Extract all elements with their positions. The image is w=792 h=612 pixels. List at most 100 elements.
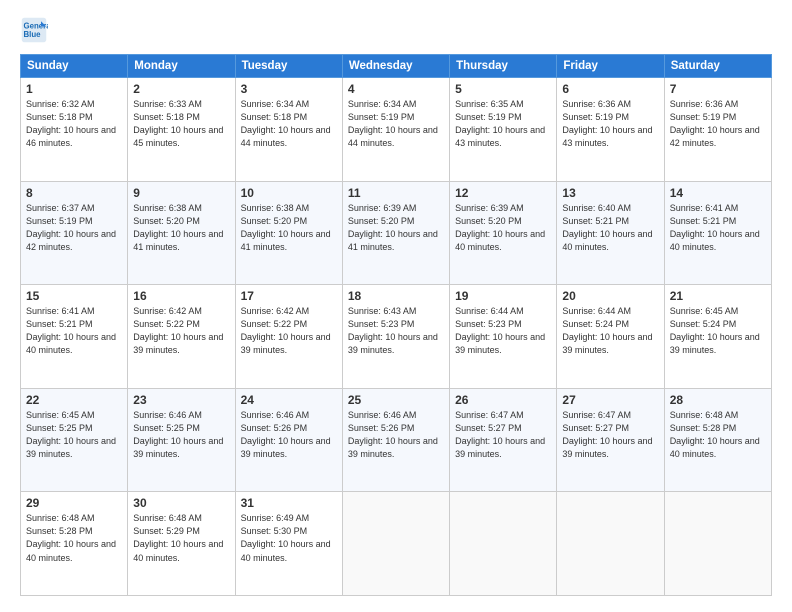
header-cell-thursday: Thursday [450,55,557,78]
calendar-header: SundayMondayTuesdayWednesdayThursdayFrid… [21,55,772,78]
day-cell: 31 Sunrise: 6:49 AMSunset: 5:30 PMDayligh… [235,492,342,596]
day-number: 27 [562,393,658,407]
day-info: Sunrise: 6:48 AMSunset: 5:28 PMDaylight:… [670,409,766,461]
day-info: Sunrise: 6:34 AMSunset: 5:18 PMDaylight:… [241,98,337,150]
day-number: 7 [670,82,766,96]
day-cell: 27 Sunrise: 6:47 AMSunset: 5:27 PMDayligh… [557,388,664,492]
header-row: SundayMondayTuesdayWednesdayThursdayFrid… [21,55,772,78]
day-info: Sunrise: 6:44 AMSunset: 5:23 PMDaylight:… [455,305,551,357]
day-info: Sunrise: 6:48 AMSunset: 5:28 PMDaylight:… [26,512,122,564]
day-cell: 7 Sunrise: 6:36 AMSunset: 5:19 PMDaylight… [664,78,771,182]
day-cell: 16 Sunrise: 6:42 AMSunset: 5:22 PMDayligh… [128,285,235,389]
day-cell: 11Sunrise: 6:39 AMSunset: 5:20 PMDayligh… [342,181,449,285]
header: General Blue [20,16,772,44]
day-number: 24 [241,393,337,407]
week-row-5: 29 Sunrise: 6:48 AMSunset: 5:28 PMDayligh… [21,492,772,596]
day-number: 5 [455,82,551,96]
header-cell-tuesday: Tuesday [235,55,342,78]
header-cell-friday: Friday [557,55,664,78]
day-cell: 24 Sunrise: 6:46 AMSunset: 5:26 PMDayligh… [235,388,342,492]
day-info: Sunrise: 6:49 AMSunset: 5:30 PMDaylight:… [241,512,337,564]
day-info: Sunrise: 6:41 AMSunset: 5:21 PMDaylight:… [26,305,122,357]
day-info: Sunrise: 6:36 AMSunset: 5:19 PMDaylight:… [562,98,658,150]
day-info: Sunrise: 6:45 AMSunset: 5:25 PMDaylight:… [26,409,122,461]
day-number: 13 [562,186,658,200]
day-number: 9 [133,186,229,200]
week-row-1: 1 Sunrise: 6:32 AMSunset: 5:18 PMDaylight… [21,78,772,182]
day-cell: 4 Sunrise: 6:34 AMSunset: 5:19 PMDaylight… [342,78,449,182]
day-info: Sunrise: 6:39 AMSunset: 5:20 PMDaylight:… [348,202,444,254]
day-info: Sunrise: 6:38 AMSunset: 5:20 PMDaylight:… [241,202,337,254]
day-info: Sunrise: 6:46 AMSunset: 5:26 PMDaylight:… [348,409,444,461]
day-cell: 28Sunrise: 6:48 AMSunset: 5:28 PMDayligh… [664,388,771,492]
day-cell: 15 Sunrise: 6:41 AMSunset: 5:21 PMDayligh… [21,285,128,389]
day-cell: 23Sunrise: 6:46 AMSunset: 5:25 PMDayligh… [128,388,235,492]
header-cell-monday: Monday [128,55,235,78]
day-info: Sunrise: 6:32 AMSunset: 5:18 PMDaylight:… [26,98,122,150]
day-info: Sunrise: 6:40 AMSunset: 5:21 PMDaylight:… [562,202,658,254]
day-cell: 14 Sunrise: 6:41 AMSunset: 5:21 PMDayligh… [664,181,771,285]
day-number: 20 [562,289,658,303]
day-cell: 8 Sunrise: 6:37 AMSunset: 5:19 PMDaylight… [21,181,128,285]
day-cell: 12Sunrise: 6:39 AMSunset: 5:20 PMDayligh… [450,181,557,285]
day-cell: 30 Sunrise: 6:48 AMSunset: 5:29 PMDayligh… [128,492,235,596]
day-cell: 29 Sunrise: 6:48 AMSunset: 5:28 PMDayligh… [21,492,128,596]
day-info: Sunrise: 6:46 AMSunset: 5:25 PMDaylight:… [133,409,229,461]
day-cell [557,492,664,596]
day-number: 1 [26,82,122,96]
day-info: Sunrise: 6:34 AMSunset: 5:19 PMDaylight:… [348,98,444,150]
day-cell [450,492,557,596]
logo-icon: General Blue [20,16,48,44]
day-number: 6 [562,82,658,96]
day-number: 17 [241,289,337,303]
day-number: 31 [241,496,337,510]
day-number: 3 [241,82,337,96]
day-info: Sunrise: 6:37 AMSunset: 5:19 PMDaylight:… [26,202,122,254]
day-info: Sunrise: 6:35 AMSunset: 5:19 PMDaylight:… [455,98,551,150]
day-number: 29 [26,496,122,510]
header-cell-saturday: Saturday [664,55,771,78]
day-info: Sunrise: 6:33 AMSunset: 5:18 PMDaylight:… [133,98,229,150]
day-info: Sunrise: 6:46 AMSunset: 5:26 PMDaylight:… [241,409,337,461]
day-number: 18 [348,289,444,303]
day-info: Sunrise: 6:48 AMSunset: 5:29 PMDaylight:… [133,512,229,564]
day-cell: 21Sunrise: 6:45 AMSunset: 5:24 PMDayligh… [664,285,771,389]
day-cell: 6 Sunrise: 6:36 AMSunset: 5:19 PMDaylight… [557,78,664,182]
day-cell: 20 Sunrise: 6:44 AMSunset: 5:24 PMDayligh… [557,285,664,389]
header-cell-sunday: Sunday [21,55,128,78]
day-cell: 3 Sunrise: 6:34 AMSunset: 5:18 PMDaylight… [235,78,342,182]
day-number: 25 [348,393,444,407]
week-row-4: 22 Sunrise: 6:45 AMSunset: 5:25 PMDayligh… [21,388,772,492]
day-number: 22 [26,393,122,407]
day-cell: 10 Sunrise: 6:38 AMSunset: 5:20 PMDayligh… [235,181,342,285]
day-info: Sunrise: 6:44 AMSunset: 5:24 PMDaylight:… [562,305,658,357]
day-cell [664,492,771,596]
week-row-3: 15 Sunrise: 6:41 AMSunset: 5:21 PMDayligh… [21,285,772,389]
day-info: Sunrise: 6:47 AMSunset: 5:27 PMDaylight:… [455,409,551,461]
day-cell: 26 Sunrise: 6:47 AMSunset: 5:27 PMDayligh… [450,388,557,492]
svg-text:Blue: Blue [24,30,42,39]
week-row-2: 8 Sunrise: 6:37 AMSunset: 5:19 PMDaylight… [21,181,772,285]
day-cell: 19Sunrise: 6:44 AMSunset: 5:23 PMDayligh… [450,285,557,389]
day-info: Sunrise: 6:36 AMSunset: 5:19 PMDaylight:… [670,98,766,150]
day-number: 10 [241,186,337,200]
day-cell: 1 Sunrise: 6:32 AMSunset: 5:18 PMDaylight… [21,78,128,182]
header-cell-wednesday: Wednesday [342,55,449,78]
day-number: 30 [133,496,229,510]
day-number: 2 [133,82,229,96]
day-cell: 25 Sunrise: 6:46 AMSunset: 5:26 PMDayligh… [342,388,449,492]
calendar-body: 1 Sunrise: 6:32 AMSunset: 5:18 PMDaylight… [21,78,772,596]
day-info: Sunrise: 6:47 AMSunset: 5:27 PMDaylight:… [562,409,658,461]
day-info: Sunrise: 6:41 AMSunset: 5:21 PMDaylight:… [670,202,766,254]
day-number: 14 [670,186,766,200]
day-cell: 18Sunrise: 6:43 AMSunset: 5:23 PMDayligh… [342,285,449,389]
day-number: 16 [133,289,229,303]
day-number: 8 [26,186,122,200]
day-number: 15 [26,289,122,303]
day-cell: 5 Sunrise: 6:35 AMSunset: 5:19 PMDaylight… [450,78,557,182]
day-number: 4 [348,82,444,96]
day-info: Sunrise: 6:38 AMSunset: 5:20 PMDaylight:… [133,202,229,254]
day-cell [342,492,449,596]
day-number: 26 [455,393,551,407]
day-info: Sunrise: 6:42 AMSunset: 5:22 PMDaylight:… [133,305,229,357]
